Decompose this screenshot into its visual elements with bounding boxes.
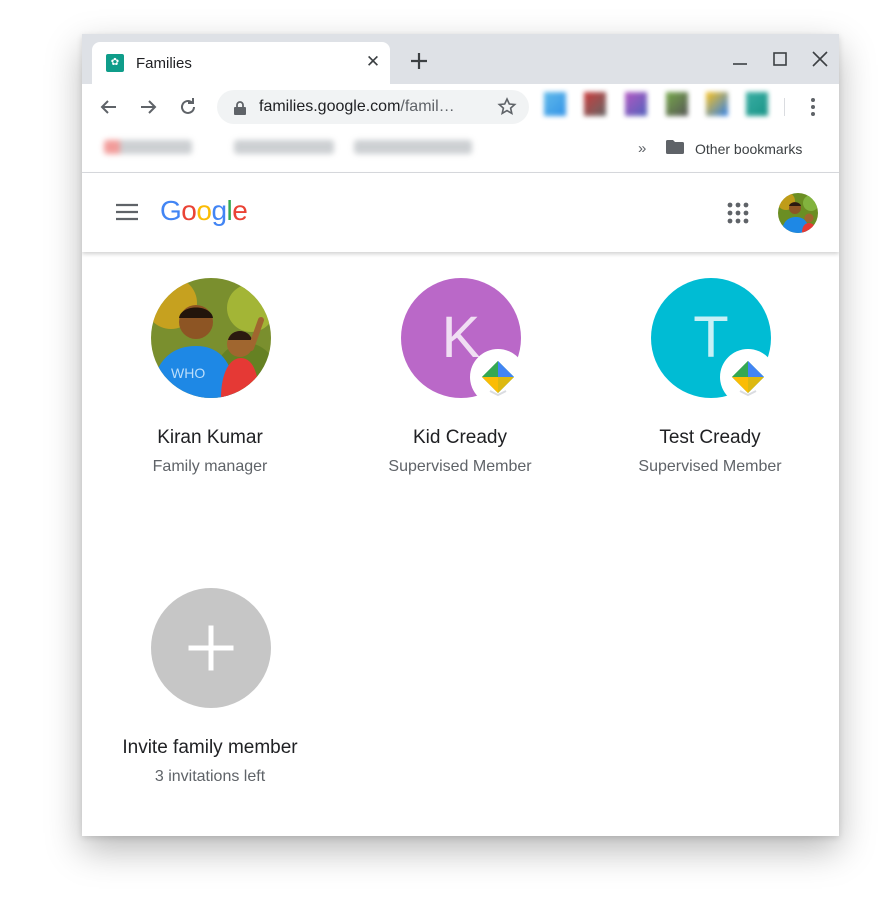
- account-avatar[interactable]: [778, 193, 818, 233]
- invite-circle: [151, 588, 271, 708]
- invitations-left: 3 invitations left: [154, 768, 266, 785]
- google-logo-letter: e: [232, 195, 248, 226]
- family-link-icon: [732, 361, 764, 397]
- url-host: families.google.com: [259, 98, 401, 115]
- extension-icon-2[interactable]: [584, 92, 606, 116]
- reload-icon[interactable]: [177, 96, 199, 118]
- tab-families[interactable]: ✿ Families ✕: [92, 42, 390, 84]
- bookmarks-overflow-chevron-icon[interactable]: »: [638, 140, 646, 157]
- family-link-badge: [720, 349, 776, 405]
- account-photo-icon: [778, 193, 818, 233]
- family-link-badge: [470, 349, 526, 405]
- extension-icon-5[interactable]: [706, 92, 728, 116]
- tab-close-icon[interactable]: ✕: [363, 52, 383, 72]
- extension-icon-3[interactable]: [625, 92, 647, 116]
- family-members-grid: WHO Kiran Kumar Family manager K Kid Cre…: [82, 252, 839, 836]
- forward-arrow-icon[interactable]: [137, 96, 159, 118]
- bookmark-item-2[interactable]: [234, 140, 334, 154]
- close-window-icon[interactable]: [809, 48, 831, 70]
- member-name: Test Cready: [659, 427, 761, 448]
- bookmark-star-icon[interactable]: [497, 97, 517, 117]
- svg-text:WHO: WHO: [171, 365, 205, 381]
- member-name: Kid Cready: [413, 427, 507, 448]
- family-link-icon: [482, 361, 514, 397]
- browser-window: ✿ Families ✕ families.google.com/famil… …: [82, 34, 839, 836]
- member-role: Family manager: [152, 458, 268, 475]
- lock-icon: [234, 101, 246, 115]
- member-card-kid-cready[interactable]: K Kid Cready Supervised Member: [332, 252, 582, 492]
- bookmark-item-3[interactable]: [354, 140, 472, 154]
- toolbar-divider: [784, 98, 785, 116]
- apps-grid-icon[interactable]: [727, 202, 749, 224]
- tab-title: Families: [136, 55, 192, 72]
- address-bar[interactable]: families.google.com/famil…: [217, 90, 529, 124]
- member-photo-kiran: WHO: [151, 278, 271, 398]
- url-text: families.google.com/famil…: [259, 98, 455, 116]
- plus-icon: [188, 625, 234, 671]
- tab-strip: ✿ Families ✕: [82, 34, 839, 84]
- member-card-test-cready[interactable]: T Test Cready Supervised Member: [582, 252, 832, 492]
- families-favicon-icon: ✿: [106, 54, 124, 72]
- other-bookmarks-link[interactable]: Other bookmarks: [695, 141, 802, 157]
- bookmarks-bar: » Other bookmarks: [82, 128, 839, 173]
- maximize-icon[interactable]: [769, 48, 791, 70]
- member-role: Supervised Member: [638, 458, 782, 475]
- member-card-kiran-kumar[interactable]: WHO Kiran Kumar Family manager: [82, 252, 332, 492]
- minimize-icon[interactable]: [729, 48, 751, 70]
- google-logo-letter: o: [196, 195, 212, 226]
- browser-toolbar: families.google.com/famil…: [82, 84, 839, 128]
- google-logo-letter: o: [181, 195, 197, 226]
- invite-family-member-button[interactable]: Invite family member 3 invitations left: [82, 562, 332, 785]
- extension-icon-4[interactable]: [666, 92, 688, 116]
- invite-label: Invite family member: [122, 737, 298, 758]
- member-role: Supervised Member: [388, 458, 532, 475]
- member-photo-icon: WHO: [151, 278, 271, 398]
- google-logo-letter: G: [160, 195, 182, 226]
- folder-icon: [666, 140, 684, 154]
- hamburger-menu-icon[interactable]: [115, 203, 139, 221]
- extension-icon-1[interactable]: [544, 92, 566, 116]
- bookmark-item-1[interactable]: [104, 140, 192, 154]
- google-logo-letter: g: [211, 195, 227, 226]
- more-vert-icon[interactable]: [802, 96, 824, 118]
- google-logo[interactable]: Google: [160, 195, 248, 227]
- back-arrow-icon[interactable]: [98, 96, 120, 118]
- new-tab-plus-icon[interactable]: [408, 50, 430, 72]
- extension-icon-6[interactable]: [746, 92, 768, 116]
- app-header: Google: [82, 173, 839, 252]
- url-path: /famil…: [400, 98, 455, 115]
- member-name: Kiran Kumar: [157, 427, 263, 448]
